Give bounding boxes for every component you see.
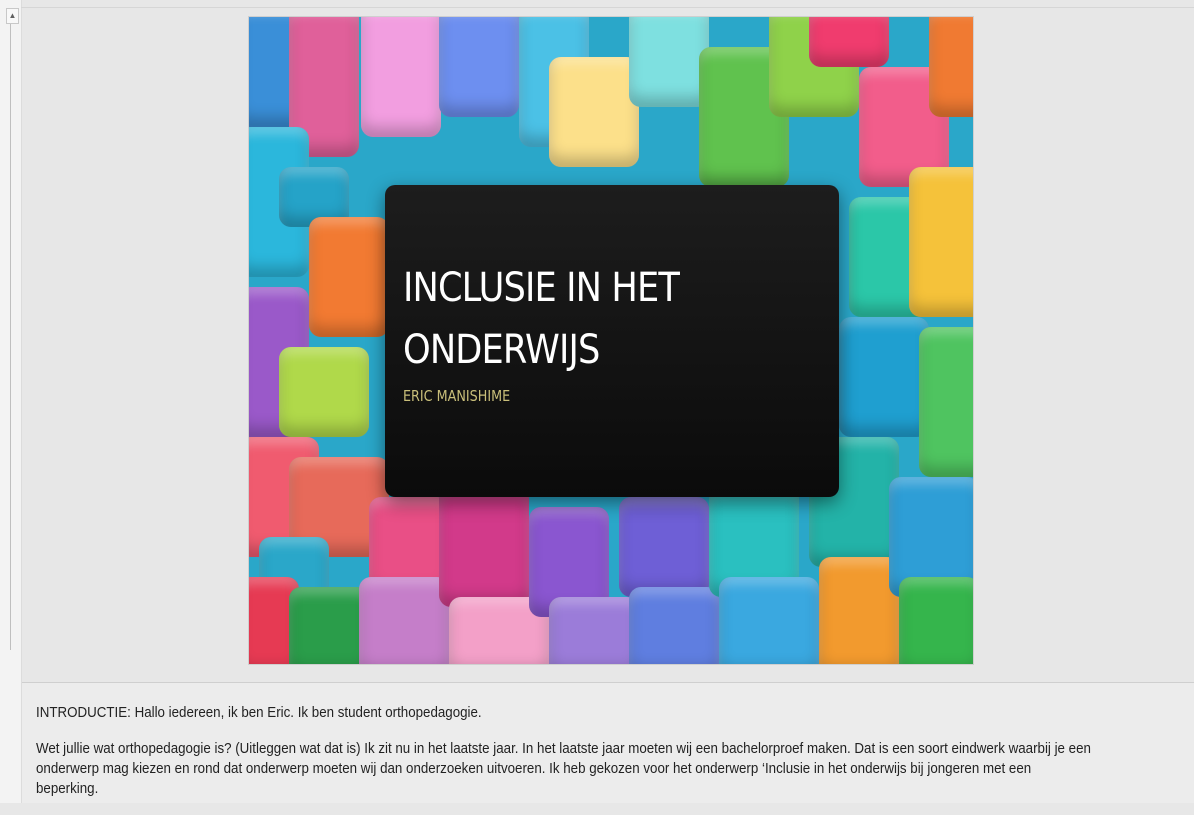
title-placeholder[interactable]: INCLUSIE IN HET ONDERWIJS ERIC MANISHIME bbox=[385, 185, 839, 497]
slide-title[interactable]: INCLUSIE IN HET ONDERWIJS bbox=[403, 257, 773, 381]
vertical-scrollbar[interactable]: ▲ bbox=[0, 0, 22, 803]
slide-thumbnail[interactable]: INCLUSIE IN HET ONDERWIJS ERIC MANISHIME bbox=[249, 17, 973, 664]
notes-paragraph: INTRODUCTIE: Hallo iedereen, ik ben Eric… bbox=[36, 705, 482, 721]
scroll-up-arrow-icon[interactable]: ▲ bbox=[6, 8, 19, 24]
scroll-track[interactable] bbox=[10, 24, 11, 650]
speaker-notes-text[interactable]: INTRODUCTIE: Hallo iedereen, ik ben Eric… bbox=[36, 703, 1094, 815]
slide-subtitle[interactable]: ERIC MANISHIME bbox=[403, 387, 510, 405]
speaker-notes-pane[interactable]: INTRODUCTIE: Hallo iedereen, ik ben Eric… bbox=[22, 683, 1194, 803]
notes-paragraph: Wet jullie wat orthopedagogie is? (Uitle… bbox=[36, 741, 1091, 797]
